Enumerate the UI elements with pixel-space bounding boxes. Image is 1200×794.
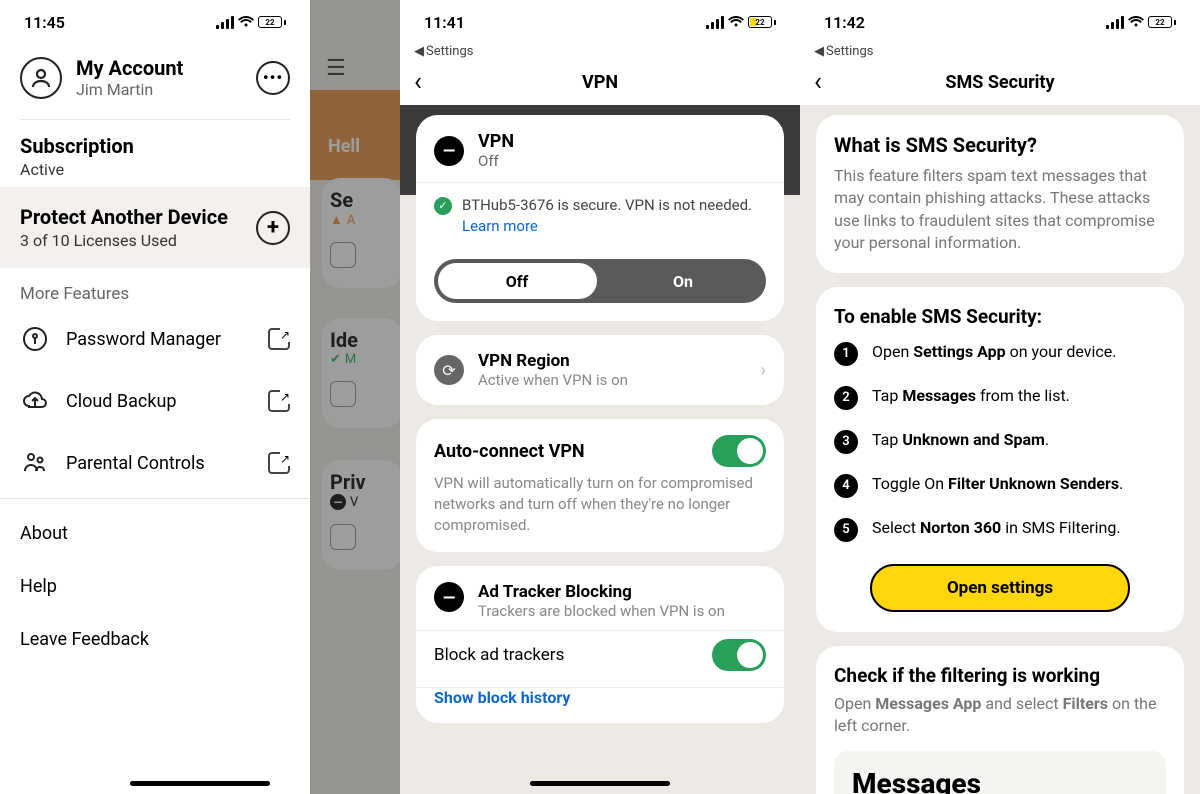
external-link-icon xyxy=(268,328,290,350)
account-header[interactable]: My Account Jim Martin ••• xyxy=(0,44,310,111)
auto-connect-desc: VPN will automatically turn on for compr… xyxy=(416,473,784,552)
battery-icon: 22 xyxy=(1148,16,1176,28)
protect-licenses: 3 of 10 Licenses Used xyxy=(20,231,228,250)
vpn-region-row[interactable]: ⟳ VPN Region Active when VPN is on › xyxy=(416,335,784,405)
secure-message: BTHub5-3676 is secure. VPN is not needed… xyxy=(462,195,766,237)
overlay-dim[interactable] xyxy=(310,0,400,794)
back-icon[interactable]: ‹ xyxy=(814,67,822,97)
screen-vpn: 11:41 22 ◀ Settings ‹ VPN — VPN Off xyxy=(400,0,800,794)
password-manager-icon xyxy=(20,324,50,354)
account-title: My Account xyxy=(76,56,242,80)
status-time: 11:45 xyxy=(24,13,65,32)
breadcrumb-back[interactable]: ◀ Settings xyxy=(400,44,800,59)
vpn-off-icon: — xyxy=(434,136,464,166)
wifi-icon xyxy=(728,16,744,28)
check-filtering-card: Check if the filtering is working Open M… xyxy=(816,646,1184,794)
auto-connect-title: Auto-connect VPN xyxy=(434,441,585,462)
vpn-label: VPN xyxy=(478,131,514,152)
region-sub: Active when VPN is on xyxy=(478,371,747,389)
check-heading: Check if the filtering is working xyxy=(834,664,1166,687)
status-bar: 11:45 22 xyxy=(0,0,310,44)
protect-title: Protect Another Device xyxy=(20,205,228,229)
block-trackers-label: Block ad trackers xyxy=(434,645,564,665)
wifi-icon xyxy=(1128,16,1144,28)
external-link-icon xyxy=(268,452,290,474)
show-history-link[interactable]: Show block history xyxy=(416,688,784,723)
block-trackers-switch[interactable] xyxy=(712,639,766,671)
step-2: 2Tap Messages from the list. xyxy=(834,386,1166,410)
region-icon: ⟳ xyxy=(434,355,464,385)
auto-connect-switch[interactable] xyxy=(712,435,766,467)
enable-steps-card: To enable SMS Security: 1Open Settings A… xyxy=(816,287,1184,632)
ad-tracker-sub: Trackers are blocked when VPN is on xyxy=(478,602,725,620)
step-1: 1Open Settings App on your device. xyxy=(834,342,1166,366)
account-name: Jim Martin xyxy=(76,80,242,99)
chevron-right-icon: › xyxy=(761,360,766,381)
subscription-status: Active xyxy=(20,160,290,179)
screen-account: ☰ Hell Se▲A Ide✔M Priv—V 11:45 22 My Acc… xyxy=(0,0,400,794)
feedback-row[interactable]: Leave Feedback xyxy=(0,613,310,666)
open-settings-button[interactable]: Open settings xyxy=(870,564,1130,612)
step-4: 4Toggle On Filter Unknown Senders. xyxy=(834,474,1166,498)
external-link-icon xyxy=(268,390,290,412)
protect-device-row[interactable]: Protect Another Device 3 of 10 Licenses … xyxy=(0,187,310,268)
feature-label: Password Manager xyxy=(66,329,252,350)
feature-label: Cloud Backup xyxy=(66,391,252,412)
battery-icon: 22 xyxy=(748,16,776,28)
check-body: Open Messages App and select Filters on … xyxy=(834,693,1166,738)
feature-label: Parental Controls xyxy=(66,453,252,474)
signal-icon xyxy=(1106,16,1124,29)
password-manager-row[interactable]: Password Manager xyxy=(0,308,310,370)
subscription-label: Subscription xyxy=(20,134,290,158)
status-bar: 11:41 22 xyxy=(400,0,800,44)
home-indicator[interactable] xyxy=(530,781,670,786)
parental-controls-row[interactable]: Parental Controls xyxy=(0,432,310,494)
signal-icon xyxy=(216,16,234,29)
add-device-icon[interactable]: + xyxy=(256,211,290,245)
about-row[interactable]: About xyxy=(0,507,310,560)
region-title: VPN Region xyxy=(478,351,747,371)
page-title: VPN xyxy=(582,72,618,93)
step-3: 3Tap Unknown and Spam. xyxy=(834,430,1166,454)
more-menu-icon[interactable]: ••• xyxy=(256,61,290,95)
vpn-toggle[interactable]: Off On xyxy=(434,259,766,303)
wifi-icon xyxy=(238,16,254,28)
battery-icon: 22 xyxy=(258,16,286,28)
page-title: SMS Security xyxy=(945,72,1054,93)
toggle-off-label: Off xyxy=(434,272,600,291)
nav-bar: ‹ VPN xyxy=(400,59,800,105)
messages-preview: Messages xyxy=(834,751,1166,794)
status-time: 11:41 xyxy=(424,13,465,32)
more-features-label: More Features xyxy=(0,268,310,308)
ad-tracker-card: — Ad Tracker Blocking Trackers are block… xyxy=(416,566,784,723)
avatar-icon xyxy=(20,57,62,99)
home-indicator[interactable] xyxy=(130,781,270,786)
breadcrumb-back[interactable]: ◀ Settings xyxy=(800,44,1200,59)
enable-heading: To enable SMS Security: xyxy=(834,305,1166,328)
secure-check-icon: ✓ xyxy=(434,197,452,215)
what-is-card: What is SMS Security? This feature filte… xyxy=(816,115,1184,273)
cloud-backup-icon xyxy=(20,386,50,416)
nav-bar: ‹ SMS Security xyxy=(800,59,1200,105)
ad-tracker-title: Ad Tracker Blocking xyxy=(478,582,725,602)
learn-more-link[interactable]: Learn more xyxy=(462,217,538,235)
toggle-on-label: On xyxy=(600,272,766,291)
cloud-backup-row[interactable]: Cloud Backup xyxy=(0,370,310,432)
signal-icon xyxy=(706,16,724,29)
help-row[interactable]: Help xyxy=(0,560,310,613)
step-5: 5Select Norton 360 in SMS Filtering. xyxy=(834,518,1166,542)
auto-connect-card: Auto-connect VPN VPN will automatically … xyxy=(416,419,784,552)
vpn-status-card: — VPN Off ✓ BTHub5-3676 is secure. VPN i… xyxy=(416,115,784,321)
parental-controls-icon xyxy=(20,448,50,478)
status-bar: 11:42 22 xyxy=(800,0,1200,44)
vpn-state: Off xyxy=(478,152,514,170)
subscription-section[interactable]: Subscription Active xyxy=(0,120,310,187)
what-body: This feature filters spam text messages … xyxy=(834,165,1166,255)
back-icon[interactable]: ‹ xyxy=(414,67,422,97)
what-heading: What is SMS Security? xyxy=(834,133,1166,157)
status-time: 11:42 xyxy=(824,13,865,32)
screen-sms-security: 11:42 22 ◀ Settings ‹ SMS Security What … xyxy=(800,0,1200,794)
ad-tracker-icon: — xyxy=(434,582,464,612)
